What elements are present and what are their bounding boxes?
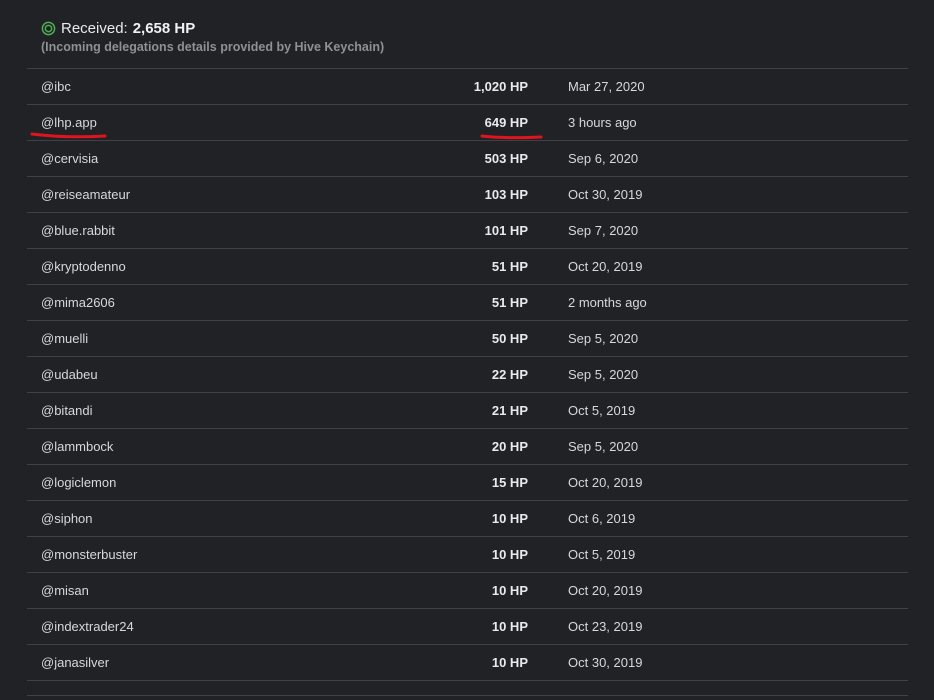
delegation-row: @lammbock 20 HP Sep 5, 2020 — [27, 429, 908, 465]
delegator-name[interactable]: @blue.rabbit — [41, 213, 115, 248]
delegation-amount: 1,020 HP — [473, 79, 528, 94]
received-summary: Received: 2,658 HP — [41, 18, 384, 38]
delegator-name[interactable]: @bitandi — [41, 393, 93, 428]
delegation-date: Sep 5, 2020 — [568, 367, 639, 382]
delegation-row: @mima2606 51 HP 2 months ago — [27, 285, 908, 321]
delegations-subtitle: (Incoming delegations details provided b… — [41, 40, 385, 54]
delegation-date: Oct 6, 2019 — [568, 511, 636, 526]
delegation-amount: 50 HP — [491, 331, 528, 346]
delegation-amount: 51 HP — [491, 259, 528, 274]
delegation-date: Sep 5, 2020 — [568, 331, 639, 346]
delegation-row: @lhp.app 649 HP 3 hours ago — [27, 105, 908, 141]
delegation-date: Oct 20, 2019 — [568, 475, 643, 490]
delegation-date: Mar 27, 2020 — [568, 79, 645, 94]
delegator-name[interactable]: @janasilver — [41, 645, 109, 680]
delegation-date: Oct 5, 2019 — [568, 403, 636, 418]
delegation-amount: 10 HP — [491, 547, 528, 562]
delegation-amount: 10 HP — [491, 619, 528, 634]
delegation-date: Oct 30, 2019 — [568, 187, 643, 202]
delegation-row: @cervisia 503 HP Sep 6, 2020 — [27, 141, 908, 177]
delegator-name[interactable]: @lhp.app — [41, 105, 97, 140]
delegation-row: @blue.rabbit 101 HP Sep 7, 2020 — [27, 213, 908, 249]
delegation-date: Oct 23, 2019 — [568, 619, 643, 634]
received-header: Received: 2,658 HP (Incoming delegations… — [41, 18, 385, 55]
delegation-amount: 15 HP — [491, 475, 528, 490]
received-total: 2,658 HP — [132, 19, 196, 37]
delegator-name[interactable]: @udabeu — [41, 357, 98, 392]
delegation-amount: 103 HP — [484, 187, 528, 202]
received-label: Received: — [61, 19, 128, 37]
delegation-date: Sep 7, 2020 — [568, 223, 639, 238]
delegation-date: 2 months ago — [568, 295, 647, 310]
delegation-amount: 10 HP — [491, 583, 528, 598]
delegation-row: @misan 10 HP Oct 20, 2019 — [27, 573, 908, 609]
delegation-amount: 20 HP — [491, 439, 528, 454]
delegator-name[interactable]: @indextrader24 — [41, 609, 134, 644]
delegation-row: @ibc 1,020 HP Mar 27, 2020 — [27, 69, 908, 105]
delegation-row: @kryptodenno 51 HP Oct 20, 2019 — [27, 249, 908, 285]
delegation-row: @reiseamateur 103 HP Oct 30, 2019 — [27, 177, 908, 213]
delegation-amount: 21 HP — [491, 403, 528, 418]
delegator-name[interactable]: @reiseamateur — [41, 177, 130, 212]
delegation-amount: 649 HP — [484, 115, 528, 130]
delegator-name[interactable]: @muelli — [41, 321, 88, 356]
delegator-name[interactable]: @cervisia — [41, 141, 98, 176]
delegator-name[interactable]: @siphon — [41, 501, 93, 536]
delegation-date: Oct 30, 2019 — [568, 655, 643, 670]
delegations-table: @ibc 1,020 HP Mar 27, 2020 @lhp.app 649 HP 3 … — [27, 68, 908, 681]
delegation-date: 3 hours ago — [568, 115, 637, 130]
delegator-name[interactable]: @logiclemon — [41, 465, 116, 500]
delegation-row: @muelli 50 HP Sep 5, 2020 — [27, 321, 908, 357]
delegation-amount: 503 HP — [484, 151, 528, 166]
delegation-date: Sep 6, 2020 — [568, 151, 639, 166]
delegator-name[interactable]: @mima2606 — [41, 285, 115, 320]
delegation-date: Oct 20, 2019 — [568, 583, 643, 598]
delegation-amount: 101 HP — [484, 223, 528, 238]
delegation-row: @bitandi 21 HP Oct 5, 2019 — [27, 393, 908, 429]
delegator-name[interactable]: @monsterbuster — [41, 537, 137, 572]
delegation-row: @udabeu 22 HP Sep 5, 2020 — [27, 357, 908, 393]
ring-icon — [41, 21, 56, 35]
delegation-date: Oct 5, 2019 — [568, 547, 636, 562]
delegation-amount: 22 HP — [491, 367, 528, 382]
table-divider — [27, 695, 908, 696]
delegation-amount: 10 HP — [491, 511, 528, 526]
delegation-date: Oct 20, 2019 — [568, 259, 643, 274]
delegation-row: @logiclemon 15 HP Oct 20, 2019 — [27, 465, 908, 501]
delegation-row: @monsterbuster 10 HP Oct 5, 2019 — [27, 537, 908, 573]
delegation-row: @siphon 10 HP Oct 6, 2019 — [27, 501, 908, 537]
delegation-row: @indextrader24 10 HP Oct 23, 2019 — [27, 609, 908, 645]
delegator-name[interactable]: @lammbock — [41, 429, 113, 464]
delegation-amount: 10 HP — [491, 655, 528, 670]
delegation-row: @janasilver 10 HP Oct 30, 2019 — [27, 645, 908, 681]
delegation-amount: 51 HP — [491, 295, 528, 310]
delegator-name[interactable]: @misan — [41, 573, 89, 608]
delegator-name[interactable]: @ibc — [41, 69, 71, 104]
delegation-date: Sep 5, 2020 — [568, 439, 639, 454]
delegator-name[interactable]: @kryptodenno — [41, 249, 126, 284]
